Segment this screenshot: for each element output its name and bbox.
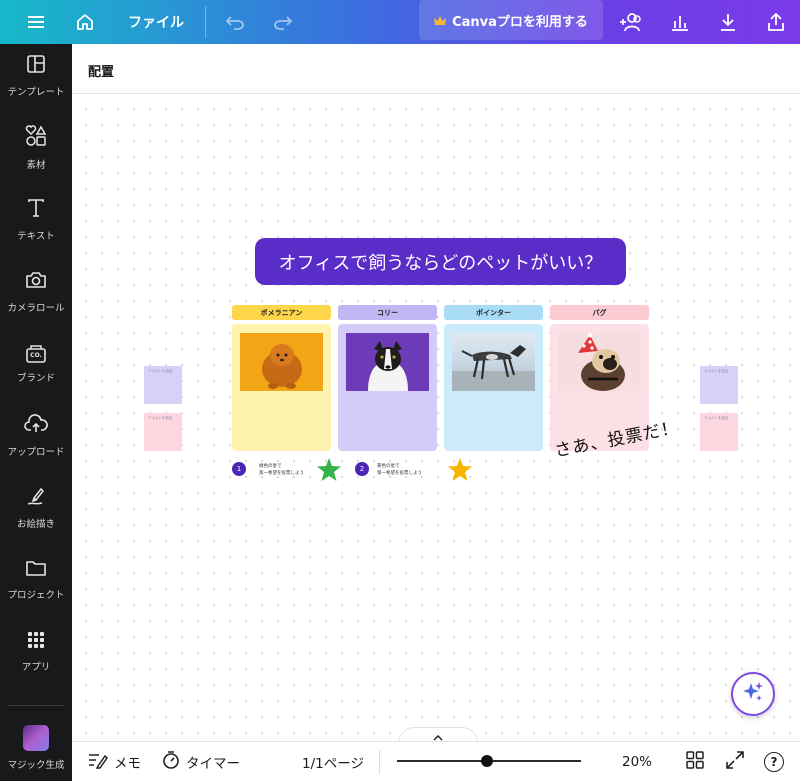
brand-icon: CO.: [25, 344, 47, 364]
sidebar-item-camera-roll[interactable]: カメラロール: [0, 260, 72, 324]
green-star-icon[interactable]: [317, 458, 341, 485]
insights-icon[interactable]: [666, 0, 694, 44]
sticky-note[interactable]: テキストを追加: [700, 366, 738, 404]
bottom-divider: [379, 750, 380, 774]
memo-label: メモ: [114, 756, 141, 772]
sidebar-item-elements[interactable]: 素材: [0, 116, 72, 180]
fullscreen-button[interactable]: [726, 742, 744, 782]
magic-assistant-button[interactable]: [731, 672, 775, 716]
elements-icon: [25, 125, 47, 151]
column-header-collie[interactable]: コリー: [338, 305, 437, 320]
menu-icon[interactable]: [22, 0, 50, 44]
sidebar-item-magic-generate[interactable]: マジック生成: [0, 716, 72, 780]
redo-icon[interactable]: [270, 0, 296, 44]
draw-icon: [26, 486, 46, 510]
expand-icon: [726, 751, 744, 773]
collie-photo[interactable]: [346, 333, 429, 391]
sidebar-item-templates[interactable]: テンプレート: [0, 44, 72, 108]
sidebar-item-label: アップロード: [7, 447, 65, 458]
step-badge-2: 2: [355, 462, 369, 476]
sidebar-item-draw[interactable]: お絵描き: [0, 476, 72, 540]
upload-icon: [24, 414, 48, 438]
page-indicator[interactable]: 1/1ページ: [302, 742, 364, 782]
column-header-pomeranian[interactable]: ポメラニアン: [232, 305, 331, 320]
sidebar-divider: [8, 705, 64, 706]
sidebar-item-label: テンプレート: [7, 87, 65, 98]
sparkle-icon: [742, 681, 764, 707]
yellow-star-icon[interactable]: [448, 458, 472, 485]
sidebar-item-text[interactable]: テキスト: [0, 188, 72, 252]
sidebar-item-brand[interactable]: CO. ブランド: [0, 332, 72, 396]
sidebar-item-label: マジック生成: [7, 760, 65, 771]
text-icon: [26, 198, 46, 222]
memo-button[interactable]: メモ: [88, 742, 141, 782]
timer-button[interactable]: タイマー: [162, 742, 240, 782]
step-line: 緑色の星で: [259, 464, 282, 469]
file-menu-button[interactable]: ファイル: [126, 0, 186, 44]
sidebar-item-label: プロジェクト: [7, 590, 65, 601]
step-badge-1: 1: [232, 462, 246, 476]
step-line: 第一希望を投票しよう: [259, 471, 304, 476]
question-banner[interactable]: オフィスで飼うならどのペットがいい？: [255, 238, 626, 285]
home-icon[interactable]: [70, 0, 100, 44]
help-button[interactable]: ?: [764, 742, 784, 782]
grid-view-icon: [686, 751, 704, 773]
sidebar-item-label: テキスト: [17, 231, 55, 242]
folder-icon: [25, 559, 47, 581]
timer-label: タイマー: [186, 756, 240, 772]
magic-generate-icon: [23, 725, 49, 751]
sticky-note[interactable]: テキストを追加: [144, 366, 182, 404]
add-people-icon[interactable]: [616, 0, 646, 44]
grid-view-button[interactable]: [686, 742, 704, 782]
column-header-pointer[interactable]: ポインター: [444, 305, 543, 320]
step-line: 黄色の星で: [377, 464, 400, 469]
sidebar-item-label: 素材: [26, 160, 46, 171]
top-toolbar: ファイル Canvaプロを利用する: [0, 0, 800, 44]
sidebar-item-apps[interactable]: アプリ: [0, 620, 72, 684]
help-icon: ?: [764, 752, 784, 772]
pomeranian-photo[interactable]: [240, 333, 323, 391]
sidebar-item-label: ブランド: [16, 373, 55, 384]
step-instruction-1: 緑色の星で 第一希望を投票しよう: [259, 463, 304, 477]
canva-pro-label: Canvaプロを利用する: [452, 14, 588, 30]
sidebar: テンプレート 素材 テキスト カメラロール CO. ブランド アップロード お絵…: [0, 44, 72, 781]
template-icon: [26, 54, 46, 78]
sidebar-item-label: アプリ: [21, 662, 51, 673]
page-header: 配置: [72, 44, 800, 94]
step-line: 第一希望を投票しよう: [377, 471, 422, 476]
brand-icon-text: CO.: [30, 352, 42, 359]
download-icon[interactable]: [714, 0, 742, 44]
sticky-note[interactable]: テキストを追加: [700, 413, 738, 451]
timer-icon: [162, 750, 180, 774]
step-instruction-2: 黄色の星で 第一希望を投票しよう: [377, 463, 422, 477]
sidebar-item-label: カメラロール: [7, 303, 65, 314]
undo-icon[interactable]: [222, 0, 248, 44]
share-icon[interactable]: [762, 0, 790, 44]
zoom-level[interactable]: 20%: [622, 742, 652, 782]
memo-icon: [88, 751, 108, 773]
column-header-pug[interactable]: パグ: [550, 305, 649, 320]
sidebar-item-uploads[interactable]: アップロード: [0, 404, 72, 468]
sidebar-item-projects[interactable]: プロジェクト: [0, 548, 72, 612]
sidebar-item-label: お絵描き: [16, 519, 55, 530]
crown-icon: [434, 11, 447, 30]
toolbar-divider: [205, 6, 206, 38]
camera-icon: [25, 270, 47, 294]
apps-icon: [27, 631, 45, 653]
pointer-photo[interactable]: [452, 333, 535, 391]
pug-photo[interactable]: [558, 333, 641, 391]
sticky-note[interactable]: テキストを追加: [144, 413, 182, 451]
canva-pro-button[interactable]: Canvaプロを利用する: [419, 0, 603, 40]
page-title: 配置: [88, 65, 115, 80]
